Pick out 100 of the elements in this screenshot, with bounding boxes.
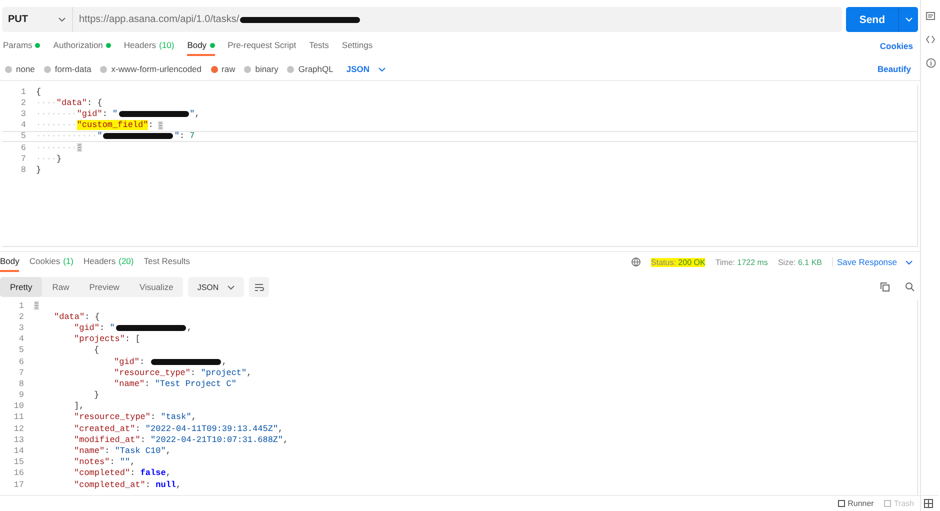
json-punctuation: ], (74, 401, 84, 412)
json-key: "gid" (114, 356, 140, 367)
radio-dot[interactable] (210, 66, 218, 72)
footer-button[interactable]: Runner (838, 499, 874, 508)
json-punctuation: } (36, 164, 42, 175)
radio-label[interactable]: GraphQL (298, 64, 334, 74)
request-tab[interactable]: Headers (10) (124, 36, 174, 56)
radio-dot[interactable] (44, 66, 51, 72)
caret-icon (378, 66, 386, 72)
wrap-lines-button[interactable] (248, 277, 269, 297)
code-icon[interactable] (926, 35, 935, 44)
json-punctuation: , (283, 434, 288, 445)
json-punctuation: : (190, 368, 197, 378)
line-number: 3 (18, 322, 25, 333)
request-tab[interactable]: Body (187, 36, 215, 56)
view-mode-tab[interactable]: Visualize (129, 277, 184, 297)
json-value: "2022-04-11T09:39:13.445Z" (145, 424, 278, 434)
json-punctuation: : (179, 131, 186, 142)
whitespace-dots: ············ (36, 131, 98, 142)
json-punctuation: , (176, 480, 182, 490)
request-tab[interactable]: Settings (342, 36, 373, 56)
request-tab[interactable]: Params (3, 36, 40, 56)
line-number: 4 (20, 120, 27, 130)
fold-icon[interactable] (34, 301, 39, 310)
line-number: 1 (18, 300, 25, 311)
send-options-button[interactable] (898, 7, 918, 32)
globe-icon[interactable] (631, 257, 642, 267)
radio-label[interactable]: raw (222, 64, 236, 74)
response-tab[interactable]: Test Results (144, 252, 190, 272)
json-punctuation: : (110, 457, 116, 468)
json-punctuation: : (140, 434, 146, 445)
layout-icon[interactable] (924, 499, 933, 508)
info-icon[interactable] (926, 58, 936, 68)
json-key: "data" (56, 98, 88, 108)
json-punctuation: : (140, 356, 146, 367)
comment-icon[interactable] (926, 12, 935, 21)
json-key: "gid" (76, 108, 102, 119)
line-number: 3 (20, 108, 27, 119)
json-value: " (190, 108, 195, 119)
json-punctuation: , (246, 368, 252, 378)
json-punctuation: , (194, 108, 200, 119)
json-punctuation: , (186, 322, 192, 333)
json-key: "completed_at" (74, 480, 146, 490)
square-icon (884, 500, 891, 507)
caret-icon (904, 17, 912, 22)
json-value: 7 (190, 131, 195, 142)
json-value: " (97, 131, 102, 142)
json-punctuation: , (191, 412, 196, 422)
redaction-mark (103, 133, 174, 140)
fold-icon[interactable] (158, 120, 164, 130)
radio-dot[interactable] (244, 66, 252, 72)
status-value: 200 OK (678, 258, 706, 266)
json-punctuation: { (36, 86, 42, 97)
view-mode-tab[interactable]: Raw (42, 277, 80, 297)
json-punctuation: : { (87, 98, 102, 108)
cookies-link[interactable]: Cookies (876, 41, 917, 51)
fold-icon[interactable] (76, 143, 82, 152)
json-punctuation: , (222, 356, 227, 367)
method-select[interactable]: PUT (2, 7, 72, 32)
json-punctuation: , (166, 468, 171, 478)
json-key: "name" (74, 446, 105, 456)
json-key: "completed" (74, 468, 130, 478)
radio-dot[interactable] (287, 66, 294, 72)
radio-label[interactable]: binary (255, 64, 278, 74)
json-punctuation: } (94, 390, 100, 400)
whitespace-dots: ········ (36, 108, 77, 119)
json-punctuation: , (130, 457, 136, 468)
url-field[interactable]: https://app.asana.com/api/1.0/tasks/ (72, 7, 842, 32)
json-value: null (156, 480, 176, 490)
beautify-link[interactable]: Beautify (873, 64, 915, 74)
format-select[interactable]: JSON (188, 277, 244, 297)
view-mode-tab[interactable]: Pretty (0, 277, 42, 297)
json-punctuation: : (102, 108, 108, 119)
json-punctuation: : { (84, 312, 100, 322)
time-value: 1722 ms (737, 258, 768, 266)
line-number: 10 (12, 401, 25, 412)
json-punctuation: : (148, 120, 154, 130)
format-select[interactable]: JSON (342, 64, 390, 74)
save-response-button[interactable]: Save Response (832, 257, 917, 267)
request-tab[interactable]: Authorization (53, 36, 111, 56)
radio-label[interactable]: x-www-form-urlencoded (111, 64, 202, 74)
request-tab[interactable]: Pre-request Script (228, 36, 296, 56)
response-tab[interactable]: Cookies (1) (29, 252, 74, 272)
redaction-mark (150, 358, 221, 365)
request-tab[interactable]: Tests (309, 36, 329, 56)
json-value: "project" (200, 368, 247, 378)
json-punctuation: } (56, 154, 62, 164)
view-mode-tab[interactable]: Preview (79, 277, 130, 297)
json-value: "2022-04-21T10:07:31.688Z" (150, 434, 284, 445)
response-tab[interactable]: Body (0, 252, 20, 272)
line-number: 1 (20, 86, 27, 97)
radio-dot[interactable] (5, 66, 12, 72)
json-value: "" (120, 457, 130, 468)
radio-dot[interactable] (100, 66, 108, 72)
radio-label[interactable]: none (16, 64, 35, 74)
request-body-editor[interactable]: 1 { 2 ····"data": { 3 ········"gid": " ", 4 ········"custom_field": 5 ············" ": 7 6 ········ 7 ····} 8 } (2, 85, 918, 247)
line-number: 8 (20, 164, 27, 175)
radio-label[interactable]: form-data (54, 64, 92, 74)
size-label: Size: (778, 258, 797, 266)
response-tab[interactable]: Headers (20) (83, 252, 134, 272)
